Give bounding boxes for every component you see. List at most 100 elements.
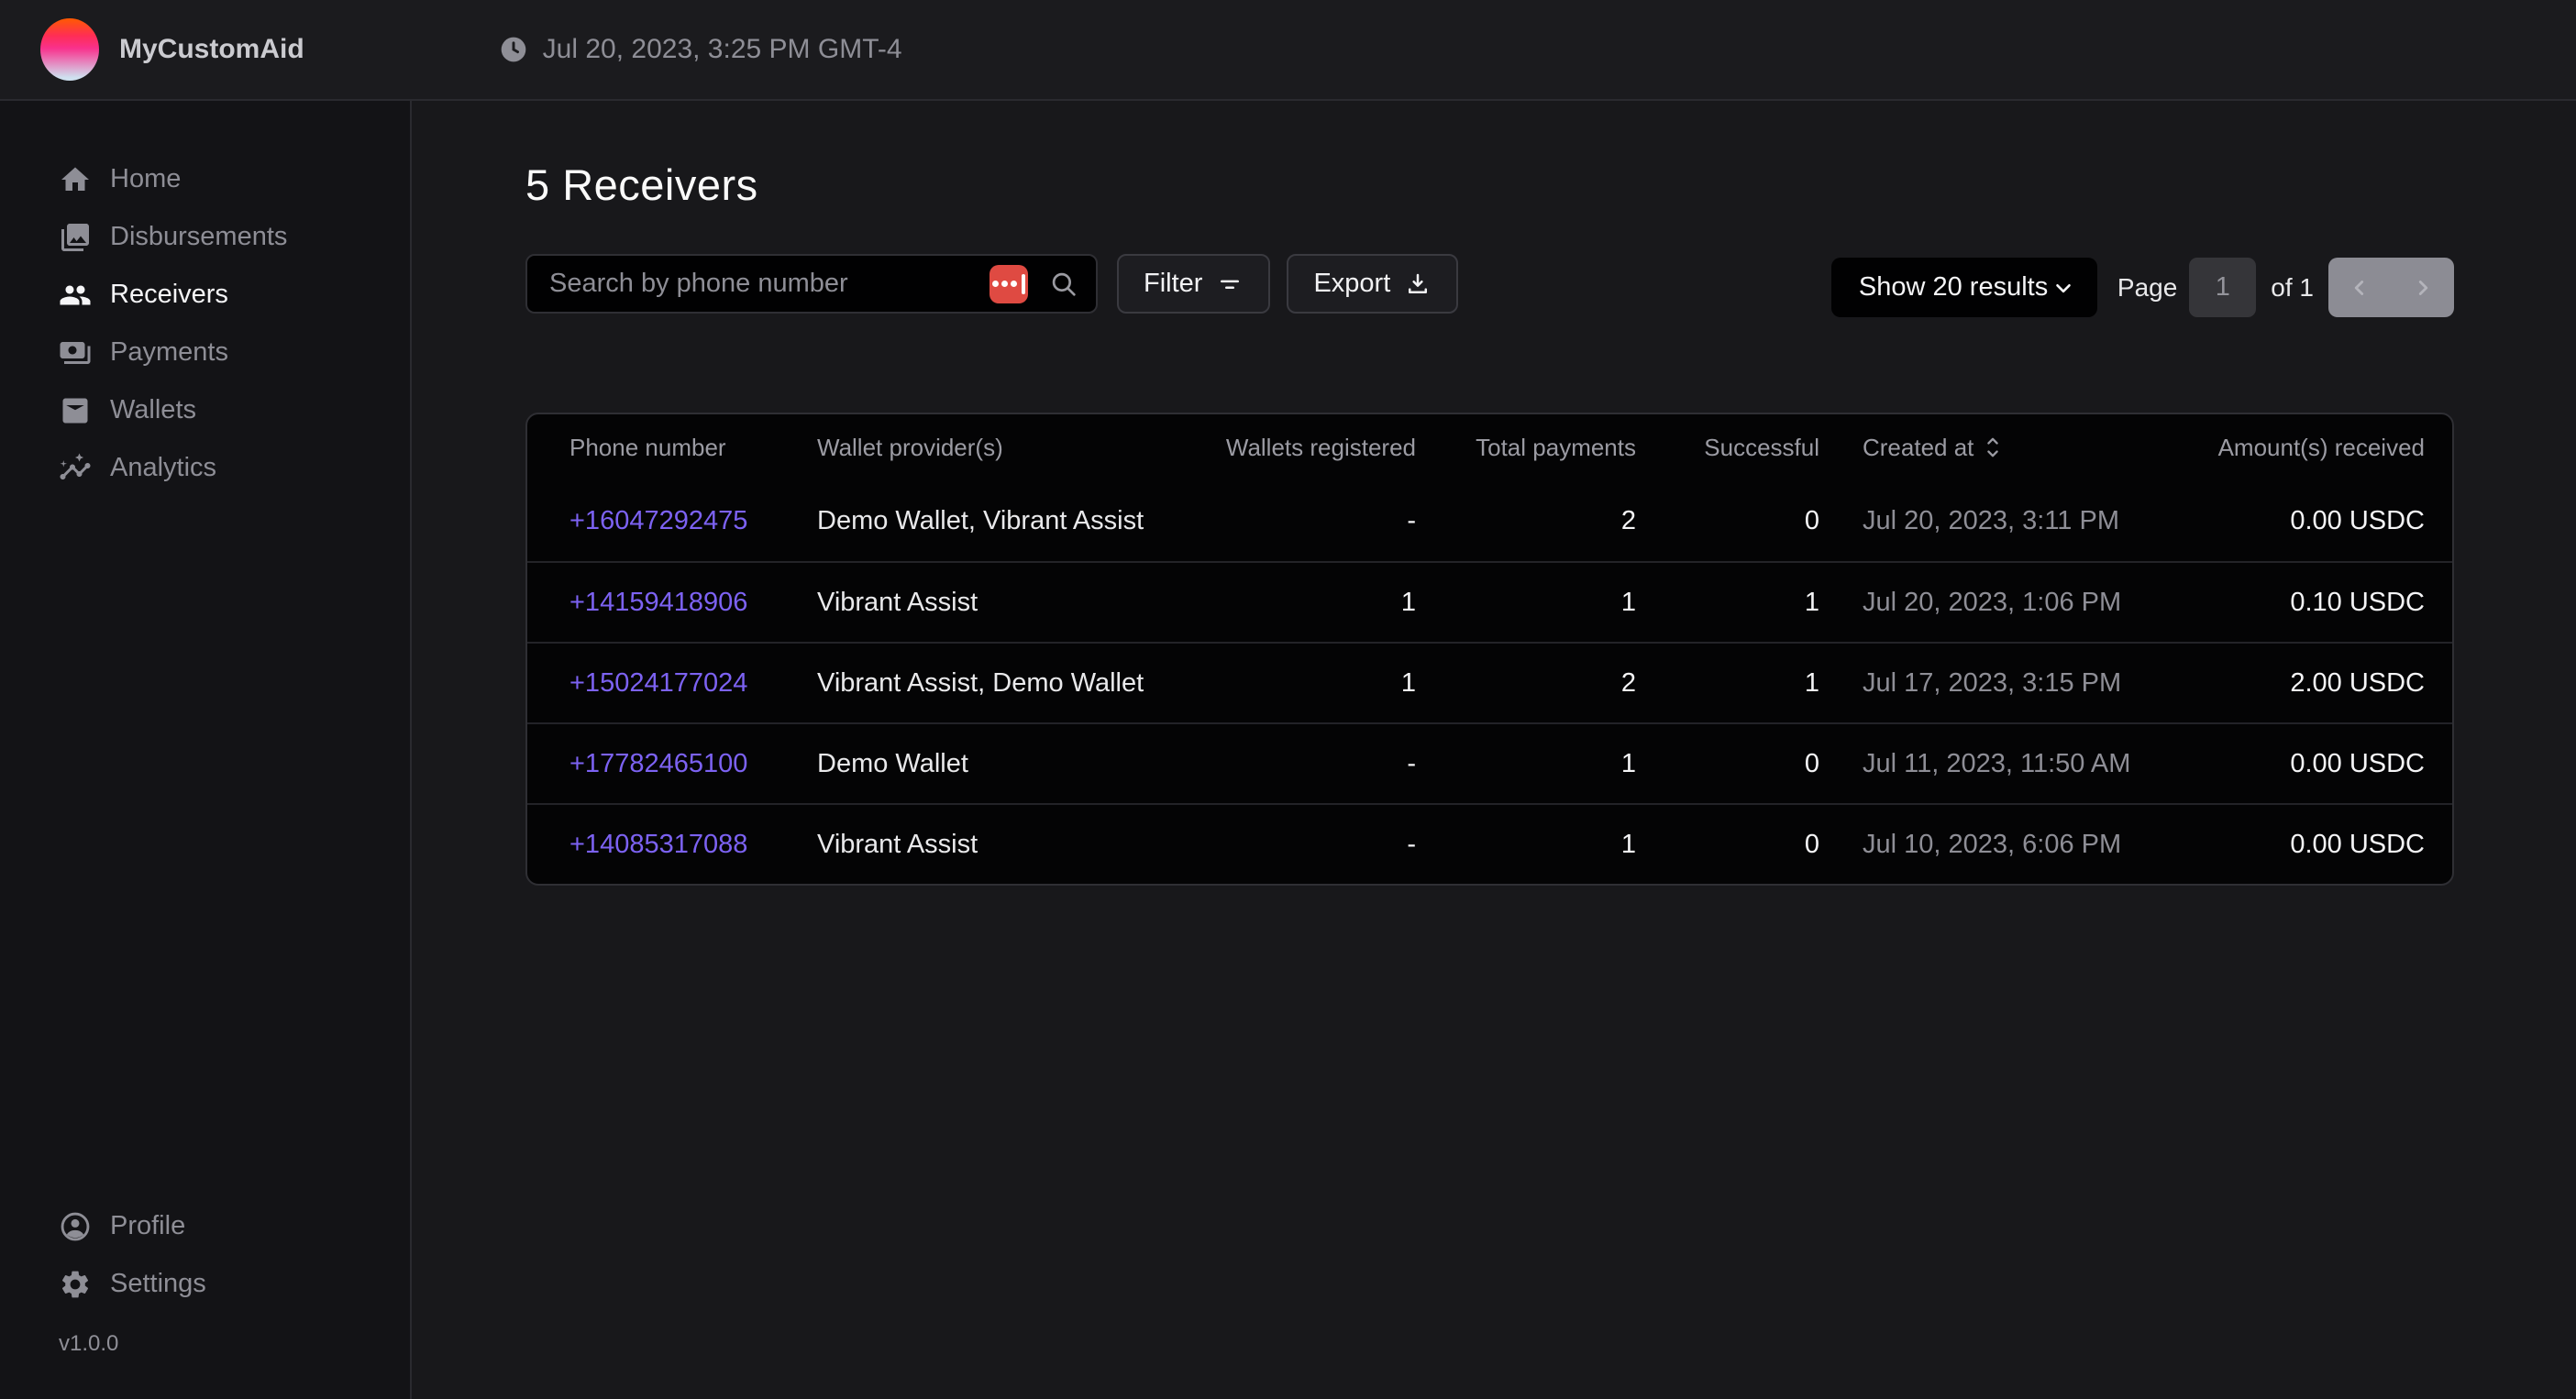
- table-row[interactable]: +16047292475 Demo Wallet, Vibrant Assist…: [527, 480, 2452, 561]
- phone-number-link[interactable]: +15024177024: [569, 668, 747, 699]
- table-row[interactable]: +17782465100 Demo Wallet - 1 0 Jul 11, 2…: [527, 722, 2452, 803]
- sidebar-item-label: Payments: [110, 337, 228, 368]
- wallets-registered-cell: -: [1168, 749, 1416, 779]
- phone-number-link[interactable]: +16047292475: [569, 506, 747, 536]
- wallet-providers-cell: Vibrant Assist: [817, 830, 1168, 860]
- sidebar-item-label: Receivers: [110, 280, 228, 310]
- sidebar-item-payments[interactable]: Payments: [0, 324, 410, 381]
- sidebar-item-wallets[interactable]: Wallets: [0, 381, 410, 439]
- sidebar-item-home[interactable]: Home: [0, 150, 410, 208]
- table-row[interactable]: +15024177024 Vibrant Assist, Demo Wallet…: [527, 642, 2452, 722]
- successful-cell: 0: [1636, 506, 1819, 536]
- filter-icon: [1216, 270, 1244, 298]
- col-header-wallets-registered: Wallets registered: [1168, 434, 1416, 462]
- successful-cell: 0: [1636, 749, 1819, 779]
- sort-icon: [1983, 435, 2003, 460]
- sidebar-item-profile[interactable]: Profile: [0, 1197, 410, 1255]
- created-at-cell: Jul 11, 2023, 11:50 AM: [1819, 749, 2195, 779]
- table-row[interactable]: +14159418906 Vibrant Assist 1 1 1 Jul 20…: [527, 561, 2452, 642]
- search-input[interactable]: [549, 269, 989, 299]
- profile-icon: [59, 1210, 92, 1243]
- amount-received-cell: 0.00 USDC: [2195, 749, 2425, 779]
- amount-received-cell: 2.00 USDC: [2195, 668, 2425, 699]
- pager: [2328, 258, 2454, 317]
- col-header-total-payments: Total payments: [1416, 434, 1636, 462]
- successful-cell: 1: [1636, 668, 1819, 699]
- filter-button[interactable]: Filter: [1117, 254, 1270, 314]
- page-label: Page: [2117, 273, 2177, 303]
- table-body: +16047292475 Demo Wallet, Vibrant Assist…: [527, 480, 2452, 884]
- sidebar-item-label: Settings: [110, 1269, 206, 1299]
- password-manager-icon[interactable]: [989, 265, 1028, 303]
- col-header-phone-number: Phone number: [569, 434, 817, 462]
- show-results-select[interactable]: Show 20 results: [1831, 258, 2097, 317]
- phone-number-link[interactable]: +14159418906: [569, 588, 747, 618]
- export-button-label: Export: [1313, 269, 1390, 299]
- chevron-down-icon: [2051, 276, 2075, 300]
- filter-button-label: Filter: [1144, 269, 1202, 299]
- total-payments-cell: 1: [1416, 749, 1636, 779]
- phone-number-link[interactable]: +14085317088: [569, 830, 747, 860]
- search-icon[interactable]: [1048, 269, 1079, 300]
- successful-cell: 1: [1636, 588, 1819, 618]
- wallets-registered-cell: -: [1168, 506, 1416, 536]
- wallet-providers-cell: Vibrant Assist, Demo Wallet: [817, 668, 1168, 699]
- show-results-label: Show 20 results: [1859, 272, 2048, 303]
- wallets-registered-cell: 1: [1168, 668, 1416, 699]
- page-title: 5 Receivers: [525, 160, 2454, 210]
- results-pagination-controls: Show 20 results Page of 1: [1831, 258, 2454, 317]
- total-payments-cell: 2: [1416, 506, 1636, 536]
- app-logo: [40, 18, 99, 81]
- app-version: v1.0.0: [0, 1331, 410, 1357]
- datetime-text: Jul 20, 2023, 3:25 PM GMT-4: [543, 34, 902, 65]
- created-at-cell: Jul 17, 2023, 3:15 PM: [1819, 668, 2195, 699]
- receivers-table: Phone number Wallet provider(s) Wallets …: [525, 413, 2454, 886]
- download-icon: [1404, 270, 1432, 298]
- sidebar: Home Disbursements Receivers Payments Wa…: [0, 101, 412, 1399]
- sidebar-item-settings[interactable]: Settings: [0, 1255, 410, 1313]
- col-header-amounts-received: Amount(s) received: [2195, 434, 2425, 462]
- sidebar-item-receivers[interactable]: Receivers: [0, 266, 410, 324]
- search-box: [525, 254, 1098, 314]
- successful-cell: 0: [1636, 830, 1819, 860]
- col-header-wallet-providers: Wallet provider(s): [817, 434, 1168, 462]
- amount-received-cell: 0.00 USDC: [2195, 506, 2425, 536]
- sidebar-item-label: Wallets: [110, 395, 196, 425]
- total-payments-cell: 1: [1416, 830, 1636, 860]
- sidebar-item-disbursements[interactable]: Disbursements: [0, 208, 410, 266]
- col-header-created-at[interactable]: Created at: [1819, 434, 2195, 462]
- receivers-icon: [59, 279, 92, 312]
- created-at-cell: Jul 20, 2023, 1:06 PM: [1819, 588, 2195, 618]
- brand-name: MyCustomAid: [119, 34, 304, 65]
- wallet-providers-cell: Demo Wallet, Vibrant Assist: [817, 506, 1168, 536]
- wallet-providers-cell: Demo Wallet: [817, 749, 1168, 779]
- datetime: Jul 20, 2023, 3:25 PM GMT-4: [499, 34, 902, 65]
- sidebar-item-analytics[interactable]: Analytics: [0, 439, 410, 497]
- total-payments-cell: 2: [1416, 668, 1636, 699]
- gear-icon: [59, 1268, 92, 1301]
- disbursements-icon: [59, 221, 92, 254]
- payments-icon: [59, 336, 92, 369]
- created-at-cell: Jul 10, 2023, 6:06 PM: [1819, 830, 2195, 860]
- sidebar-item-label: Home: [110, 164, 181, 194]
- col-header-successful: Successful: [1636, 434, 1819, 462]
- sidebar-footer: Profile Settings v1.0.0: [0, 1197, 410, 1357]
- next-page-button[interactable]: [2405, 270, 2441, 306]
- amount-received-cell: 0.00 USDC: [2195, 830, 2425, 860]
- home-icon: [59, 163, 92, 196]
- clock-icon: [499, 35, 528, 64]
- prev-page-button[interactable]: [2341, 270, 2378, 306]
- phone-number-link[interactable]: +17782465100: [569, 749, 747, 779]
- sidebar-item-label: Profile: [110, 1211, 185, 1241]
- wallets-registered-cell: 1: [1168, 588, 1416, 618]
- sidebar-item-label: Analytics: [110, 453, 216, 483]
- topbar: MyCustomAid Jul 20, 2023, 3:25 PM GMT-4: [0, 0, 2576, 101]
- analytics-icon: [59, 452, 92, 485]
- page-of-label: of 1: [2271, 273, 2314, 303]
- page-number-input[interactable]: [2189, 258, 2256, 317]
- export-button[interactable]: Export: [1287, 254, 1458, 314]
- total-payments-cell: 1: [1416, 588, 1636, 618]
- created-at-cell: Jul 20, 2023, 3:11 PM: [1819, 506, 2195, 536]
- sidebar-item-label: Disbursements: [110, 222, 287, 252]
- table-row[interactable]: +14085317088 Vibrant Assist - 1 0 Jul 10…: [527, 803, 2452, 884]
